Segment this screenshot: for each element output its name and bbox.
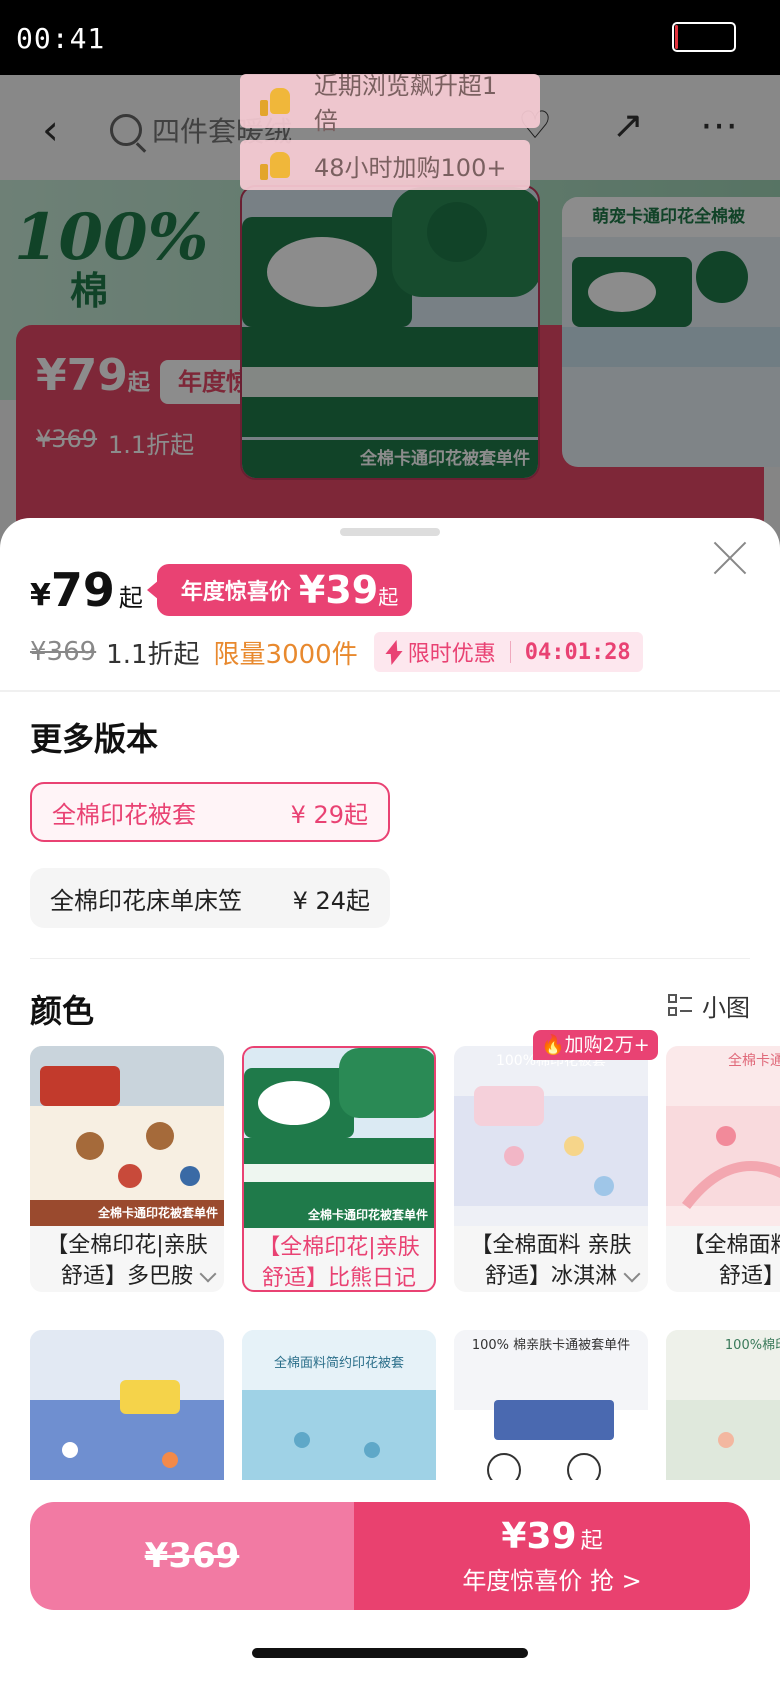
colors-title: 颜色 (30, 992, 95, 1030)
view-toggle[interactable]: 小图 (668, 988, 750, 1023)
divider (0, 690, 780, 692)
hot-badge: 🔥加购2万+ (533, 1030, 658, 1060)
buy-deal-button[interactable]: ¥39 起 年度惊喜价 抢 > (354, 1502, 750, 1610)
home-indicator[interactable] (252, 1648, 528, 1658)
color-option-card[interactable]: 全棉卡通印花被套单件 【全棉印花|亲肤舒适】多巴胺 (30, 1046, 224, 1292)
status-bar: 00:41 (0, 0, 780, 75)
lightning-icon (386, 640, 400, 664)
version-option-duvet[interactable]: 全棉印花被套 ¥ 29起 (30, 782, 390, 842)
sheet-handle[interactable] (340, 528, 440, 536)
thumbs-up-icon (260, 150, 292, 180)
countdown-timer: 04:01:28 (524, 639, 631, 665)
cart-trend-bubble: 48小时加购100+ (240, 140, 530, 190)
version-option-sheet[interactable]: 全棉印花床单床笠 ¥ 24起 (30, 868, 390, 928)
flash-sale-badge: 限时优惠 04:01:28 (373, 632, 643, 672)
color-option-card[interactable]: 100% 棉亲肤卡通被套单件 (454, 1330, 648, 1500)
browse-trend-bubble: 近期浏览飙升超1倍 (240, 72, 540, 135)
versions-title: 更多版本 (30, 720, 159, 758)
buy-original-price-button[interactable]: ¥369 (30, 1502, 354, 1610)
current-price: 79 (50, 563, 115, 617)
limited-quantity: 限量3000件 (213, 639, 358, 670)
color-option-card-selected[interactable]: 全棉卡通印花被套单件 【全棉印花|亲肤舒适】比熊日记 (242, 1046, 436, 1292)
discount-text: 1.1折起 (106, 639, 200, 670)
divider (30, 958, 750, 959)
status-time: 00:41 (16, 22, 106, 55)
battery-icon (672, 22, 736, 52)
color-option-card[interactable] (30, 1330, 224, 1500)
price-row: ¥ 79 起 年度惊喜价 ¥39 起 (30, 560, 413, 620)
color-option-card[interactable]: 100%棉印花被套 【全棉面料 亲肤舒适】冰淇淋 (454, 1046, 648, 1292)
color-option-card[interactable]: 全棉面料简约印花被套 (242, 1330, 436, 1500)
original-price: ¥369 (30, 637, 97, 667)
bottom-action-bar: ¥369 ¥39 起 年度惊喜价 抢 > (0, 1480, 780, 1688)
price-sub-row: ¥369 1.1折起 限量3000件 限时优惠 04:01:28 (30, 630, 643, 674)
deal-price-tag: 年度惊喜价 ¥39 起 (146, 564, 413, 616)
thumbs-up-icon (260, 86, 292, 116)
buy-button-group: ¥369 ¥39 起 年度惊喜价 抢 > (30, 1502, 750, 1610)
list-grid-icon (668, 993, 692, 1018)
color-option-card[interactable]: 全棉卡通印 【全棉面料 亲肤舒适】小 (666, 1046, 780, 1292)
close-icon[interactable] (712, 540, 748, 576)
color-option-card[interactable]: 100%棉印花 (666, 1330, 780, 1500)
